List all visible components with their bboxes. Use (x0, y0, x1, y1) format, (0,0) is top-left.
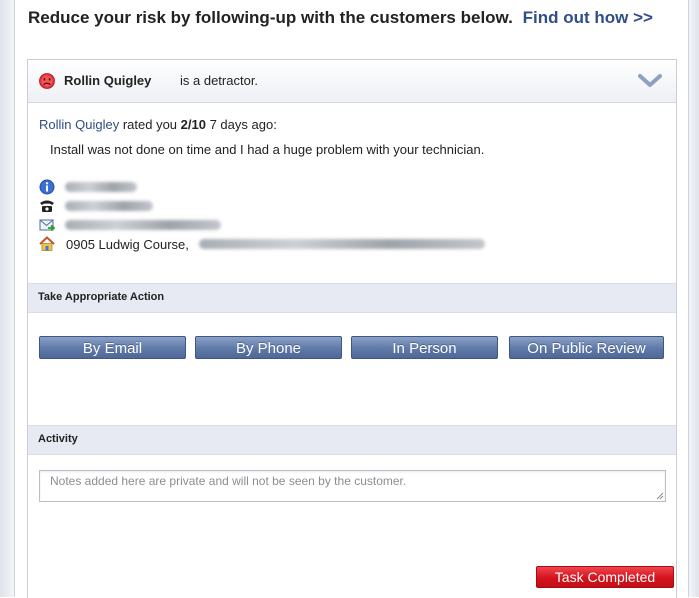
activity-title: Activity (38, 433, 78, 445)
redacted-customer-id (65, 182, 137, 192)
left-frame-border (0, 0, 15, 597)
contact-phone-row (39, 198, 639, 215)
activity-section-bar: Activity (28, 425, 676, 455)
page-headline: Reduce your risk by following-up with th… (28, 8, 688, 28)
info-icon (39, 179, 55, 195)
home-icon (39, 236, 55, 251)
resize-grip-icon[interactable] (654, 490, 664, 500)
headline-text: Reduce your risk by following-up with th… (28, 8, 513, 27)
contact-email-row (39, 217, 639, 234)
rating-time: 7 days ago: (209, 117, 277, 132)
right-frame-border (688, 0, 699, 597)
in-person-button[interactable]: In Person (351, 336, 498, 359)
contact-address-row: 0905 Ludwig Course, (39, 236, 639, 253)
redacted-phone (65, 201, 153, 211)
detractor-status-text: is a detractor. (180, 73, 259, 88)
email-icon (39, 219, 55, 232)
contact-info-row (39, 179, 639, 196)
chevron-down-icon[interactable] (638, 72, 662, 90)
redacted-email (65, 220, 221, 230)
redacted-address (199, 239, 485, 249)
rated-prefix: rated you (122, 117, 178, 132)
sad-face-icon (39, 73, 55, 89)
take-action-title: Take Appropriate Action (38, 291, 165, 303)
public-review-button[interactable]: On Public Review (509, 336, 664, 359)
take-action-section-bar: Take Appropriate Action (28, 283, 676, 313)
rating-score: 2/10 (180, 117, 206, 132)
customer-comment: Install was not done on time and I had a… (50, 142, 485, 157)
rater-name-link[interactable]: Rollin Quigley (39, 117, 119, 132)
task-completed-button[interactable]: Task Completed (536, 566, 674, 588)
find-out-how-link[interactable]: Find out how >> (523, 8, 653, 27)
customer-name: Rollin Quigley (64, 73, 152, 88)
customer-followup-card: Rollin Quigley is a detractor. Rollin Qu… (27, 59, 677, 598)
phone-icon (40, 200, 54, 212)
rating-line: Rollin Quigley rated you 2/10 7 days ago… (39, 117, 277, 132)
by-phone-button[interactable]: By Phone (195, 336, 342, 359)
activity-notes-input[interactable] (39, 470, 666, 502)
by-email-button[interactable]: By Email (39, 336, 186, 359)
customer-address: 0905 Ludwig Course, (66, 237, 189, 252)
card-header[interactable]: Rollin Quigley is a detractor. (28, 60, 676, 103)
